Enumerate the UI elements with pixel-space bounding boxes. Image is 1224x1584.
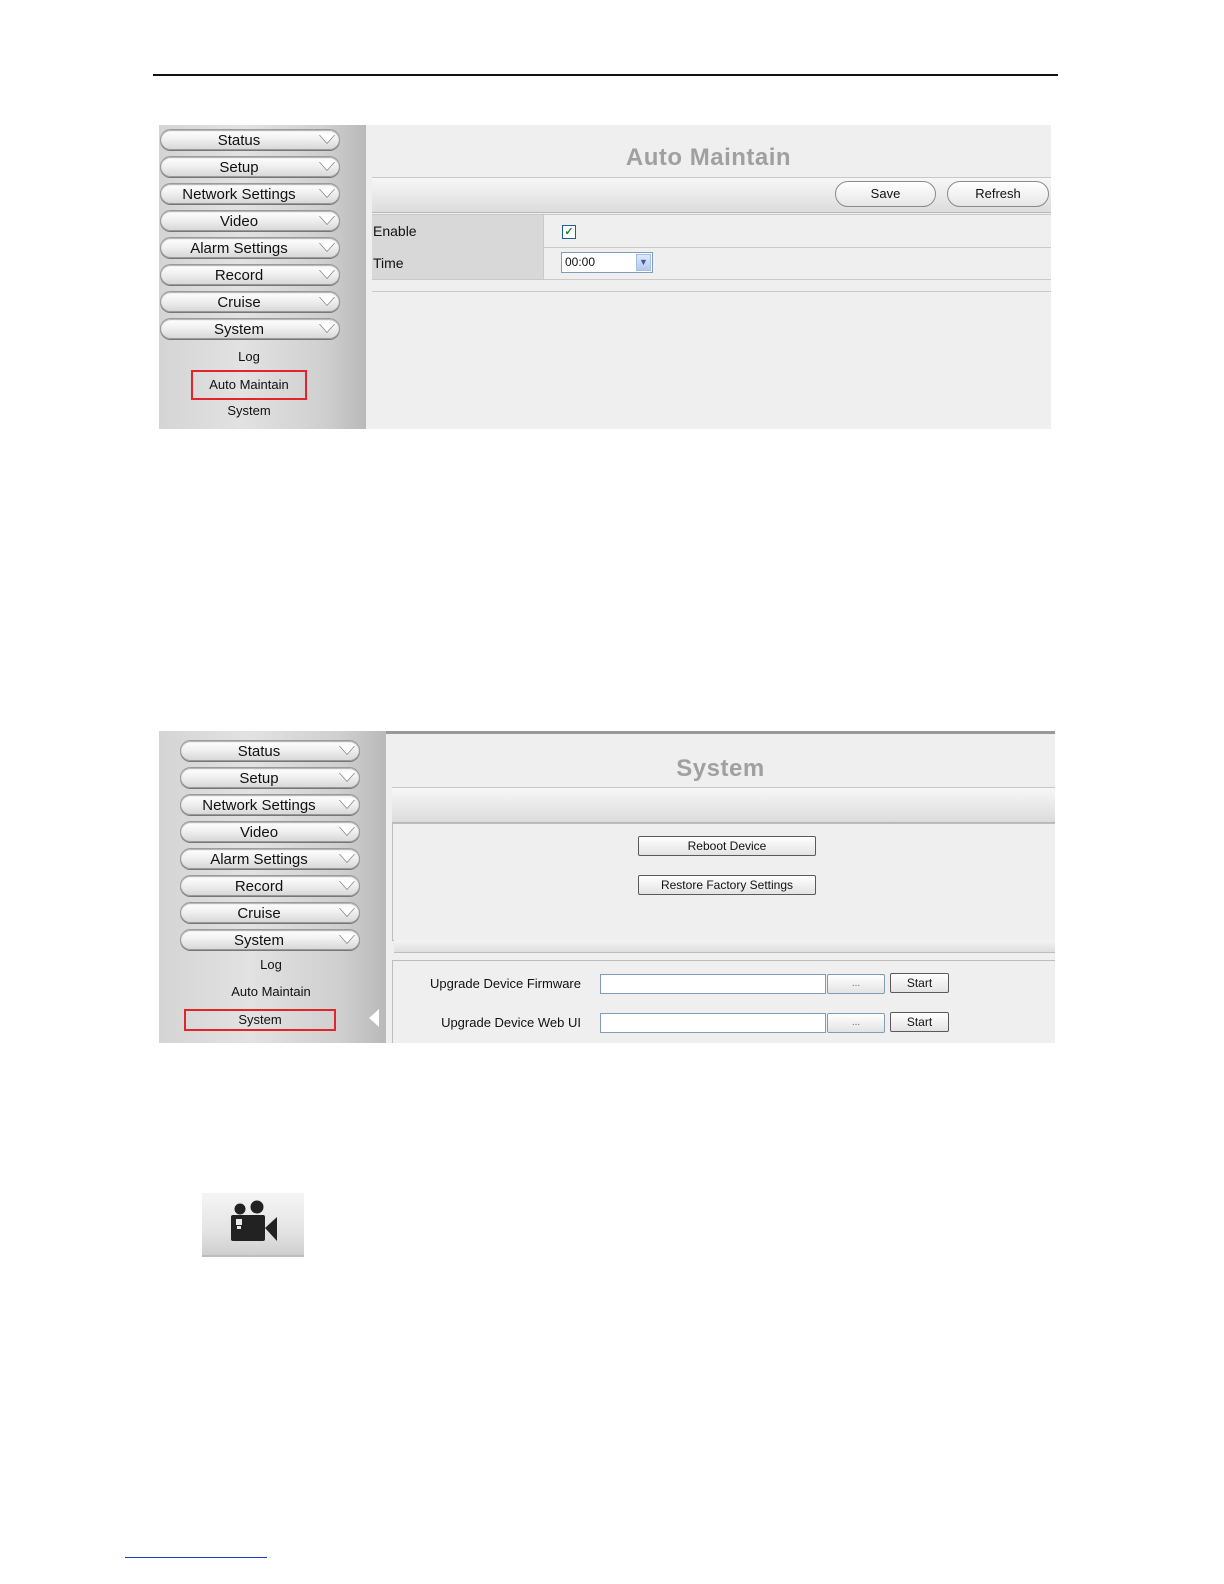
menu-cruise[interactable]: Cruise — [160, 291, 340, 312]
restore-factory-settings-button[interactable]: Restore Factory Settings — [638, 875, 816, 895]
video-camera-icon — [231, 1200, 277, 1241]
chevron-down-icon — [339, 799, 355, 808]
firmware-label: Upgrade Device Firmware — [430, 976, 581, 991]
menu-network-settings[interactable]: Network Settings — [160, 183, 340, 204]
chevron-down-icon: ▼ — [636, 254, 651, 271]
refresh-button[interactable]: Refresh — [947, 181, 1049, 207]
submenu-system[interactable]: System — [191, 402, 307, 420]
chevron-down-icon — [339, 772, 355, 781]
divider — [372, 291, 1051, 292]
menu-system[interactable]: System — [180, 929, 360, 950]
menu-network-settings[interactable]: Network Settings — [180, 794, 360, 815]
submenu-log[interactable]: Log — [184, 956, 358, 974]
content-area: Auto Maintain Save Refresh Enable ✓ Time… — [366, 125, 1051, 429]
submenu-system[interactable]: System — [184, 1009, 336, 1031]
webui-file-input[interactable] — [600, 1013, 826, 1033]
time-row: Time 00:00 ▼ — [372, 247, 1051, 280]
menu-cruise[interactable]: Cruise — [180, 902, 360, 923]
sidebar: Status Setup Network Settings Video Alar… — [159, 125, 366, 429]
submenu-auto-maintain[interactable]: Auto Maintain — [184, 983, 358, 1001]
chevron-down-icon — [319, 296, 335, 305]
time-label: Time — [372, 247, 544, 279]
menu-setup[interactable]: Setup — [180, 767, 360, 788]
time-select[interactable]: 00:00 ▼ — [561, 252, 653, 273]
header-rule — [153, 74, 1058, 76]
submenu-log[interactable]: Log — [191, 348, 307, 366]
menu-alarm-settings[interactable]: Alarm Settings — [180, 848, 360, 869]
collapse-arrow-icon[interactable] — [369, 1009, 379, 1027]
menu-video[interactable]: Video — [160, 210, 340, 231]
time-value: 00:00 — [565, 255, 596, 269]
firmware-start-button[interactable]: Start — [890, 973, 949, 993]
separator-bar — [394, 940, 1055, 953]
auto-maintain-screenshot: Status Setup Network Settings Video Alar… — [159, 125, 1051, 429]
footnote-rule — [125, 1557, 267, 1558]
chevron-down-icon — [319, 269, 335, 278]
reboot-device-button[interactable]: Reboot Device — [638, 836, 816, 856]
chevron-down-icon — [339, 934, 355, 943]
page-title: Auto Maintain — [625, 144, 792, 171]
menu-status[interactable]: Status — [180, 740, 360, 761]
chevron-down-icon — [319, 242, 335, 251]
chevron-down-icon — [319, 323, 335, 332]
menu-setup[interactable]: Setup — [160, 156, 340, 177]
chevron-down-icon — [339, 880, 355, 889]
firmware-file-input[interactable] — [600, 974, 826, 994]
toolbar: Save Refresh — [372, 177, 1051, 213]
webui-start-button[interactable]: Start — [890, 1012, 949, 1032]
chevron-down-icon — [319, 161, 335, 170]
upgrade-panel: Upgrade Device Firmware ... Start Upgrad… — [392, 960, 1055, 1043]
device-actions-panel: Reboot Device Restore Factory Settings — [392, 823, 1055, 941]
enable-label: Enable — [372, 215, 544, 247]
save-button[interactable]: Save — [835, 181, 936, 207]
enable-checkbox[interactable]: ✓ — [562, 225, 576, 239]
toolbar — [392, 787, 1055, 823]
menu-status[interactable]: Status — [160, 129, 340, 150]
submenu-auto-maintain[interactable]: Auto Maintain — [191, 370, 307, 400]
chevron-down-icon — [319, 188, 335, 197]
chevron-down-icon — [339, 745, 355, 754]
menu-system[interactable]: System — [160, 318, 340, 339]
content-area: System Reboot Device Restore Factory Set… — [386, 731, 1055, 1043]
sidebar: Status Setup Network Settings Video Alar… — [159, 731, 386, 1043]
menu-record[interactable]: Record — [160, 264, 340, 285]
webui-browse-button[interactable]: ... — [827, 1013, 885, 1033]
chevron-down-icon — [339, 826, 355, 835]
menu-video[interactable]: Video — [180, 821, 360, 842]
enable-row: Enable ✓ — [372, 214, 1051, 248]
firmware-browse-button[interactable]: ... — [827, 974, 885, 994]
menu-alarm-settings[interactable]: Alarm Settings — [160, 237, 340, 258]
menu-record[interactable]: Record — [180, 875, 360, 896]
chevron-down-icon — [319, 134, 335, 143]
record-icon-button[interactable] — [202, 1193, 304, 1257]
page-title: System — [676, 755, 765, 782]
chevron-down-icon — [319, 215, 335, 224]
system-screenshot: Status Setup Network Settings Video Alar… — [159, 731, 1055, 1043]
webui-label: Upgrade Device Web UI — [441, 1015, 581, 1030]
chevron-down-icon — [339, 907, 355, 916]
chevron-down-icon — [339, 853, 355, 862]
